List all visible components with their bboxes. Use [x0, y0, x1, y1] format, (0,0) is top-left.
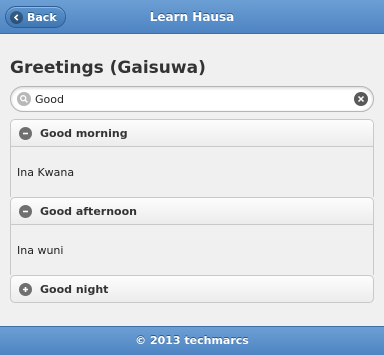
back-button[interactable]: Back [5, 6, 66, 28]
search-input[interactable] [35, 87, 335, 111]
item-content: Ina Kwana [10, 147, 374, 197]
page-title: Greetings (Gaisuwa) [10, 58, 206, 78]
collapsible-header-good-morning[interactable]: Good morning [10, 119, 374, 147]
collapsible-header-good-afternoon[interactable]: Good afternoon [10, 197, 374, 225]
item-label: Good morning [40, 126, 128, 140]
list-item: Good morning Ina Kwana [10, 119, 374, 197]
plus-icon [19, 282, 32, 296]
item-label: Good afternoon [40, 204, 137, 218]
item-content: Ina wuni [10, 225, 374, 275]
back-button-label: Back [27, 10, 57, 24]
list-item: Good afternoon Ina wuni [10, 197, 374, 275]
translation-text: Ina Kwana [17, 165, 75, 179]
list-item: Good night [10, 275, 374, 303]
search-icon [17, 92, 31, 106]
copyright-text: © 2013 techmarcs [135, 334, 249, 347]
minus-icon [19, 204, 32, 218]
collapsible-header-good-night[interactable]: Good night [10, 275, 374, 303]
chevron-left-icon [10, 10, 23, 24]
search-field [10, 86, 374, 112]
translation-text: Ina wuni [17, 243, 64, 257]
item-label: Good night [40, 282, 109, 296]
clear-search-icon[interactable] [354, 92, 368, 106]
footer-bar: © 2013 techmarcs [0, 326, 384, 355]
header-bar: Learn Hausa Back [0, 0, 384, 34]
minus-icon [19, 126, 32, 140]
